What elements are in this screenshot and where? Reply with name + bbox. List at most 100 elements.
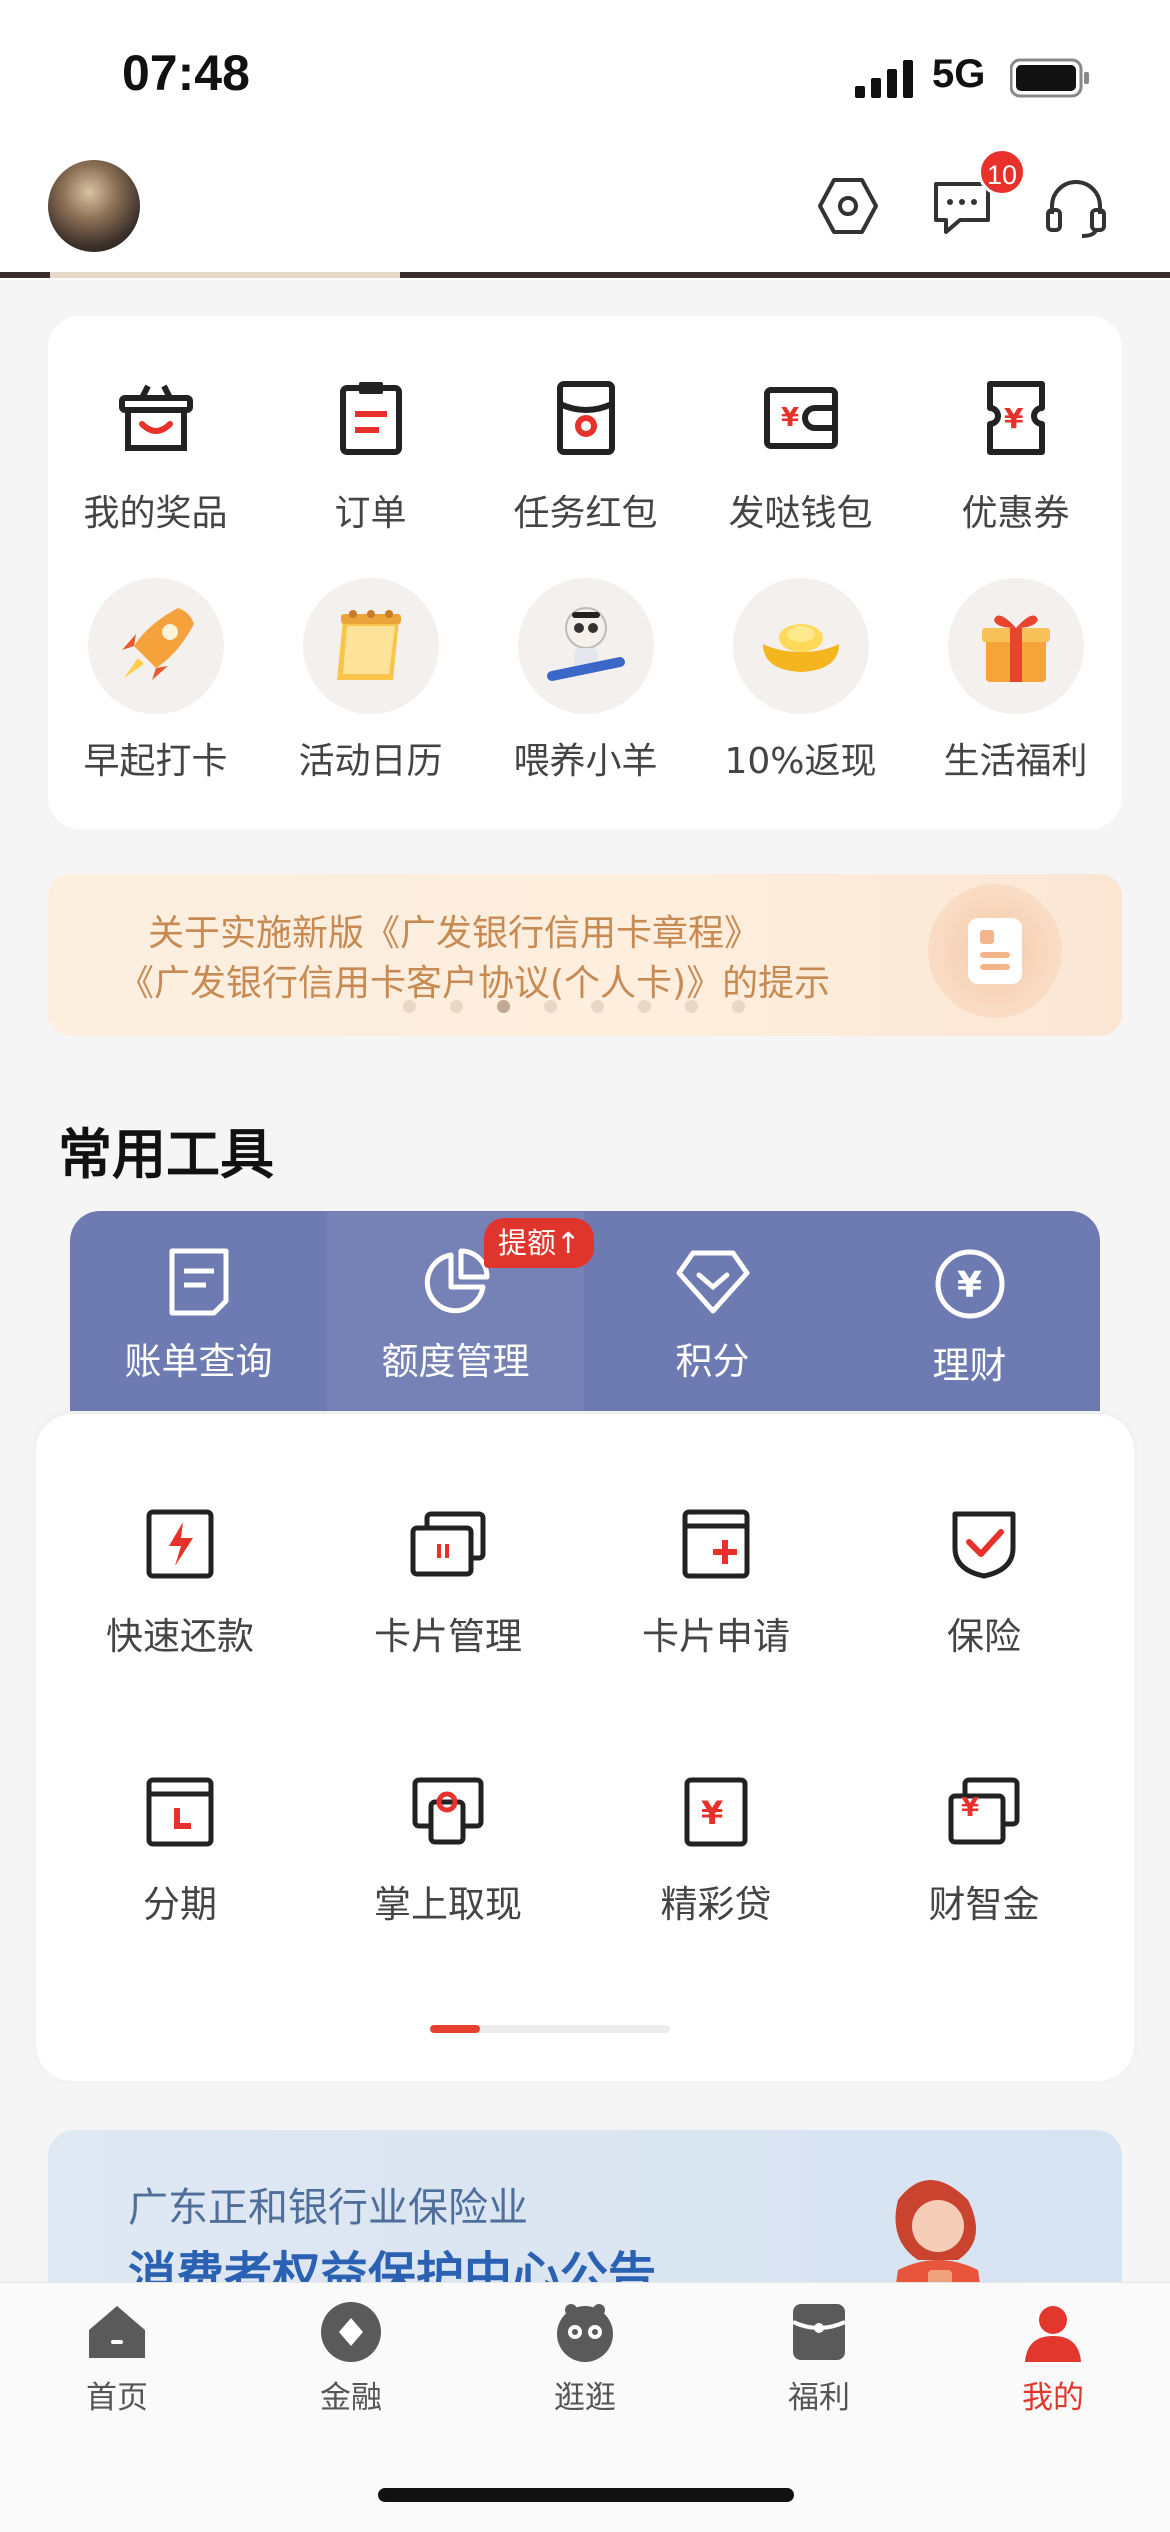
loan-icon: ¥ [684,1777,748,1847]
gold-ingot-icon [762,624,839,672]
tool-label: 积分 [675,1340,750,1383]
promo-line-1: 广东正和银行业保险业 [128,2185,528,2231]
tab-label: 首页 [86,2380,148,2416]
battery-icon [1010,58,1089,98]
svg-text:¥: ¥ [957,1265,982,1306]
lightning-card-icon [146,1509,214,1579]
tab-welfare[interactable]: 福利 [702,2300,936,2417]
activity-early-checkin[interactable]: 早起打卡 [48,578,263,784]
tool-card-application[interactable]: 卡片申请 [582,1508,850,1660]
tool-label: 分期 [143,1883,217,1926]
carousel-dots [403,1000,745,1013]
quick-link-prizes[interactable]: 我的奖品 [48,370,263,536]
profile-icon [1025,2306,1081,2362]
tab-browse[interactable]: 逛逛 [468,2300,702,2417]
notice-line-1: 关于实施新版《广发银行信用卡章程》 [148,913,761,954]
cards-icon [410,1511,486,1577]
tool-points[interactable]: 积分 [584,1211,841,1411]
tab-home[interactable]: 首页 [0,2300,234,2417]
tool-label: 额度管理 [381,1340,530,1383]
yen-circle-icon: ¥ [935,1249,1004,1319]
pie-chart-icon [424,1248,489,1314]
home-icon [89,2306,145,2358]
quick-link-label: 我的奖品 [83,493,228,534]
rocket-icon [121,608,194,680]
bill-icon [169,1248,228,1316]
installment-icon [146,1777,214,1847]
tool-label: 理财 [932,1344,1007,1387]
quick-link-wallet[interactable]: ¥ 发哒钱包 [693,370,908,536]
notice-line-2: 《广发银行信用卡客户协议(个人卡)》的提示 [118,963,831,1004]
activity-label: 活动日历 [298,741,443,782]
diamond-icon [676,1250,749,1314]
cash-icon [412,1777,484,1845]
gift-box-icon [981,615,1050,682]
wallet-icon: ¥ [763,387,838,449]
tool-card-management[interactable]: 卡片管理 [314,1508,582,1660]
tab-label: 我的 [1022,2380,1084,2416]
tab-label: 福利 [788,2380,850,2416]
message-badge: 10 [978,148,1026,196]
quick-link-orders[interactable]: 订单 [263,370,478,536]
tool-wealth[interactable]: ¥ 理财 [841,1211,1098,1411]
gift-tab-icon [792,2304,846,2360]
quick-link-label: 发哒钱包 [728,493,873,534]
finance-icon: ¥ [948,1777,1020,1845]
svg-text:¥: ¥ [961,1793,979,1823]
headset-icon[interactable] [1044,176,1108,240]
sheep-icon [546,607,625,681]
limit-tag-label: 提额 [498,1226,557,1260]
basket-smile-icon [118,384,193,451]
finance-tab-icon [321,2302,381,2362]
tab-label: 金融 [320,2380,382,2416]
tool-insurance[interactable]: 保险 [850,1508,1118,1660]
signal-icon [855,60,913,98]
activity-cashback[interactable]: 10%返现 [693,578,908,784]
svg-text:¥: ¥ [781,403,799,433]
activity-calendar[interactable]: 活动日历 [263,578,478,784]
home-indicator [378,2488,794,2502]
settings-icon[interactable] [816,174,880,238]
document-icon [928,884,1062,1018]
quick-link-task-envelope[interactable]: 任务红包 [478,370,693,536]
notice-banner[interactable]: 关于实施新版《广发银行信用卡章程》 《广发银行信用卡客户协议(个人卡)》的提示 [48,874,1122,1036]
tools-section-title: 常用工具 [58,1123,274,1186]
tool-label: 卡片管理 [374,1615,522,1658]
calendar-icon [336,610,401,680]
tool-loan[interactable]: ¥ 精彩贷 [582,1776,850,1928]
activity-label: 早起打卡 [83,741,228,782]
shield-check-icon [952,1511,1016,1579]
activity-label: 生活福利 [943,741,1088,782]
quick-link-label: 优惠券 [961,493,1070,534]
browse-icon [557,2304,613,2362]
quick-link-label: 订单 [334,493,407,534]
activity-life-welfare[interactable]: 生活福利 [908,578,1123,784]
tab-mine[interactable]: 我的 [936,2300,1170,2417]
arrow-up-icon: ↑ [556,1226,581,1260]
tool-quick-repay[interactable]: 快速还款 [46,1508,314,1660]
network-label: 5G [932,52,986,96]
avatar[interactable] [48,160,140,252]
quick-link-label: 任务红包 [513,493,658,534]
red-envelope-icon [556,381,615,455]
tool-installment[interactable]: 分期 [46,1776,314,1928]
quick-link-coupons[interactable]: ¥ 优惠券 [908,370,1123,536]
tool-mobile-cash[interactable]: 掌上取现 [314,1776,582,1928]
limit-increase-tag: 提额↑ [484,1218,595,1268]
tool-label: 卡片申请 [642,1615,790,1658]
tool-label: 掌上取现 [374,1883,522,1926]
activity-label: 喂养小羊 [513,741,658,782]
card-plus-icon [682,1509,750,1579]
tool-label: 保险 [947,1615,1021,1658]
activity-label: 10%返现 [724,741,877,782]
tools-scroll-thumb [430,2025,480,2033]
svg-text:¥: ¥ [701,1794,723,1832]
tool-label: 账单查询 [124,1340,273,1383]
tool-label: 财智金 [928,1883,1040,1926]
tab-label: 逛逛 [554,2380,616,2416]
coupon-icon: ¥ [986,381,1045,455]
tool-bill-query[interactable]: 账单查询 [70,1211,327,1411]
tool-smart-finance[interactable]: ¥ 财智金 [850,1776,1118,1928]
tab-finance[interactable]: 金融 [234,2300,468,2417]
activity-feed-sheep[interactable]: 喂养小羊 [478,578,693,784]
